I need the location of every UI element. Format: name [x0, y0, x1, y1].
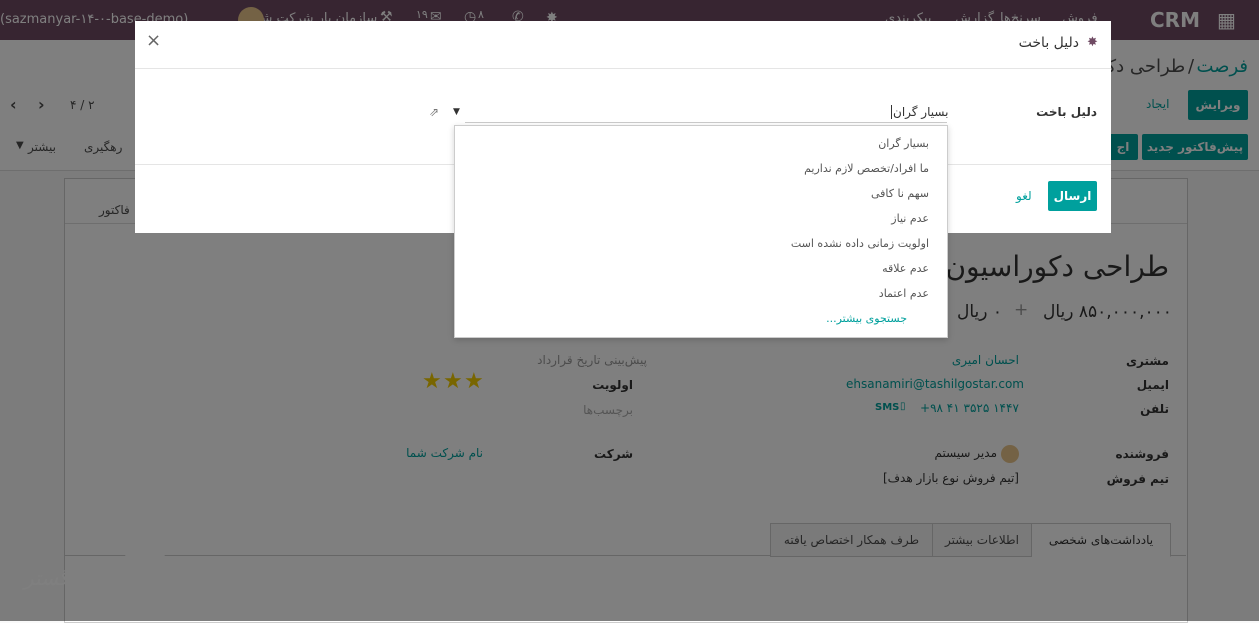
external-link-icon[interactable]: ⇗	[429, 105, 439, 119]
close-icon[interactable]: ×	[146, 30, 161, 51]
dropdown-option[interactable]: سهم نا کافی	[871, 187, 929, 200]
dialog-title: دلیل باخت	[1018, 35, 1079, 51]
dropdown-option[interactable]: عدم نیاز	[891, 212, 929, 225]
cancel-button[interactable]: لغو	[1016, 189, 1032, 203]
dropdown-option[interactable]: بسیار گران	[878, 137, 929, 150]
dropdown-option[interactable]: اولویت زمانی داده نشده است	[791, 237, 929, 250]
search-more-link[interactable]: جستجوی بیشتر...	[826, 312, 907, 325]
submit-button[interactable]: ارسال	[1048, 181, 1097, 211]
lost-reason-dropdown: بسیار گران ما افراد/تخصص لازم نداریم سهم…	[454, 125, 948, 338]
dialog-bug-icon: ✸	[1087, 35, 1098, 50]
dropdown-option[interactable]: عدم علاقه	[882, 262, 929, 275]
chevron-down-icon[interactable]: ▼	[453, 107, 460, 117]
dialog-header	[135, 21, 1111, 69]
lost-reason-input-underline	[465, 122, 947, 123]
dropdown-option[interactable]: عدم اعتماد	[879, 287, 929, 300]
dropdown-option[interactable]: ما افراد/تخصص لازم نداریم	[804, 162, 929, 175]
lost-reason-input[interactable]: بسیار گران	[891, 105, 948, 119]
lost-reason-label: دلیل باخت	[1036, 105, 1097, 119]
